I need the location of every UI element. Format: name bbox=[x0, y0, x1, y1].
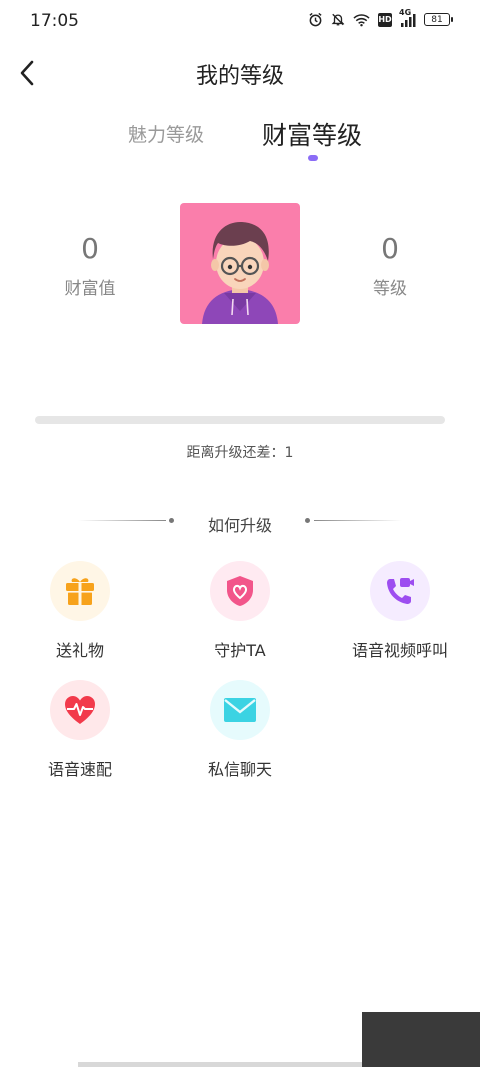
tab-charm-level[interactable]: 魅力等级 bbox=[128, 120, 204, 147]
bottom-bar bbox=[78, 1062, 362, 1067]
battery-level: 81 bbox=[431, 14, 443, 25]
how-to-upgrade-title: 如何升级 bbox=[207, 516, 272, 535]
level-value: 0 bbox=[381, 232, 399, 265]
status-time: 17:05 bbox=[30, 11, 79, 31]
mute-bell-icon bbox=[331, 12, 345, 27]
alarm-icon bbox=[308, 12, 323, 27]
divider-right bbox=[314, 520, 402, 521]
feature-icon-circle bbox=[210, 680, 270, 740]
level-progress-bar bbox=[35, 416, 445, 424]
signal-icon: 4G bbox=[399, 8, 416, 27]
wealth-value: 0 bbox=[81, 232, 99, 265]
feature-send-gift[interactable]: 送礼物 bbox=[15, 561, 145, 661]
active-tab-indicator bbox=[308, 155, 318, 161]
distance-to-upgrade: 距离升级还差：1 bbox=[186, 445, 294, 461]
feature-private-chat[interactable]: 私信聊天 bbox=[175, 680, 305, 780]
avatar bbox=[180, 203, 300, 324]
feature-label: 守护TA bbox=[214, 641, 266, 660]
status-bar: 17:05 HD 4G 81 bbox=[0, 0, 480, 40]
gift-icon bbox=[66, 578, 94, 605]
level-label: 等级 bbox=[373, 279, 407, 299]
feature-label: 语音视频呼叫 bbox=[351, 641, 448, 660]
feature-icon-circle bbox=[50, 680, 110, 740]
feature-label: 送礼物 bbox=[55, 641, 104, 660]
battery-icon: 81 bbox=[424, 13, 453, 26]
feature-icon-circle bbox=[50, 561, 110, 621]
divider-dot-right bbox=[305, 518, 310, 523]
network-type: 4G bbox=[399, 7, 412, 17]
page-title: 我的等级 bbox=[195, 64, 284, 89]
hd-icon: HD bbox=[378, 12, 392, 27]
feature-voice-match[interactable]: 语音速配 bbox=[15, 680, 145, 780]
feature-label: 私信聊天 bbox=[207, 760, 272, 779]
phone-video-icon bbox=[387, 578, 414, 604]
feature-icon-circle bbox=[210, 561, 270, 621]
feature-icon-circle bbox=[370, 561, 430, 621]
feature-voice-video-call[interactable]: 语音视频呼叫 bbox=[335, 561, 465, 661]
wealth-label: 财富值 bbox=[64, 279, 116, 299]
feature-label: 语音速配 bbox=[47, 760, 112, 779]
wifi-icon bbox=[353, 13, 370, 27]
status-icons: HD 4G 81 bbox=[308, 8, 453, 27]
feature-guard[interactable]: 守护TA bbox=[175, 561, 305, 661]
heartbeat-icon bbox=[65, 696, 95, 724]
tab-wealth-level[interactable]: 财富等级 bbox=[262, 116, 362, 152]
shield-heart-icon bbox=[227, 576, 253, 606]
envelope-icon bbox=[224, 698, 256, 722]
bottom-overlay bbox=[362, 1012, 480, 1067]
